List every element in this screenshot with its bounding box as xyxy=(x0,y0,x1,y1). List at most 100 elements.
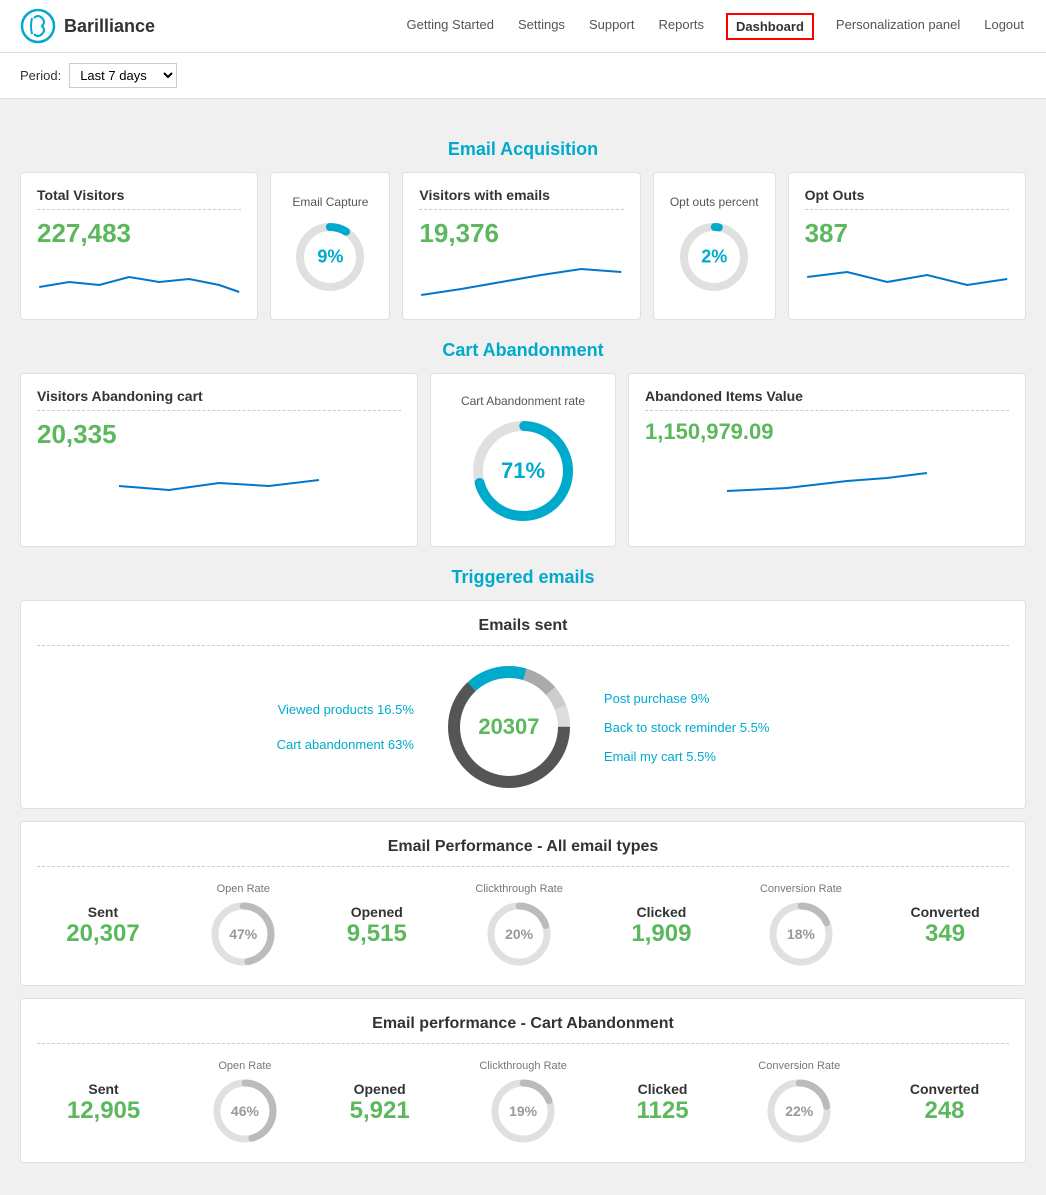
cart-abandonment-cards: Visitors Abandoning cart 20,335 Cart Aba… xyxy=(20,373,1026,547)
triggered-label-stock: Back to stock reminder 5.5% xyxy=(604,720,769,735)
main-content: Email Acquisition Total Visitors 227,483… xyxy=(0,99,1046,1195)
logo-text: Barilliance xyxy=(64,16,155,37)
abandoned-value-label: Abandoned Items Value xyxy=(645,388,1009,411)
perf-cart-conv-rate-value: 22% xyxy=(785,1103,813,1119)
opt-outs-percent-donut: 2% xyxy=(674,217,754,297)
perf-cart-sent-value: 12,905 xyxy=(67,1097,140,1125)
perf-all-open-rate-label: Open Rate xyxy=(217,883,270,895)
perf-all-converted: Converted 349 xyxy=(910,904,979,948)
total-visitors-sparkline xyxy=(37,257,241,302)
perf-cart-open-rate-donut: 46% xyxy=(210,1076,280,1146)
nav-support[interactable]: Support xyxy=(587,13,637,40)
perf-all-card: Email Performance - All email types Sent… xyxy=(20,821,1026,986)
triggered-emails-title: Triggered emails xyxy=(20,567,1026,588)
visitors-abandoning-value: 20,335 xyxy=(37,419,401,450)
total-visitors-value: 227,483 xyxy=(37,218,241,249)
triggered-main-donut: 20307 xyxy=(444,662,574,792)
perf-all-sent-value: 20,307 xyxy=(66,920,139,948)
total-visitors-label: Total Visitors xyxy=(37,187,241,210)
perf-all-click-rate-donut: 20% xyxy=(484,899,554,969)
email-capture-label: Email Capture xyxy=(292,195,368,209)
email-acquisition-title: Email Acquisition xyxy=(20,139,1026,160)
perf-cart-converted-value: 248 xyxy=(924,1097,964,1125)
perf-cart-clicked-value: 1125 xyxy=(637,1097,689,1125)
perf-cart-conv-rate: Conversion Rate 22% xyxy=(758,1060,840,1146)
perf-cart-open-rate-value: 46% xyxy=(231,1103,259,1119)
perf-cart-row: Sent 12,905 Open Rate 46% Opened 5,921 C… xyxy=(37,1060,1009,1146)
perf-cart-converted: Converted 248 xyxy=(910,1081,979,1125)
abandoned-value-card: Abandoned Items Value 1,150,979.09 xyxy=(628,373,1026,547)
triggered-label-post: Post purchase 9% xyxy=(604,691,769,706)
perf-cart-click-rate-value: 19% xyxy=(509,1103,537,1119)
email-capture-value: 9% xyxy=(317,247,343,268)
opt-outs-percent-card: Opt outs percent 2% xyxy=(653,172,776,320)
perf-all-converted-value: 349 xyxy=(925,920,965,948)
perf-all-conv-rate-donut: 18% xyxy=(766,899,836,969)
perf-all-clicked: Clicked 1,909 xyxy=(631,904,691,948)
perf-cart-card: Email performance - Cart Abandonment Sen… xyxy=(20,998,1026,1163)
logo: Barilliance xyxy=(20,8,155,44)
cart-rate-card: Cart Abandonment rate 71% xyxy=(430,373,616,547)
visitors-abandoning-card: Visitors Abandoning cart 20,335 xyxy=(20,373,418,547)
perf-cart-conv-rate-donut: 22% xyxy=(764,1076,834,1146)
perf-all-clicked-label: Clicked xyxy=(636,904,686,920)
perf-all-sent: Sent 20,307 xyxy=(66,904,139,948)
triggered-label-viewed: Viewed products 16.5% xyxy=(277,702,414,717)
perf-cart-open-rate-label: Open Rate xyxy=(218,1060,271,1072)
visitors-emails-value: 19,376 xyxy=(419,218,623,249)
perf-all-clicked-value: 1,909 xyxy=(631,920,691,948)
perf-cart-title: Email performance - Cart Abandonment xyxy=(37,1015,1009,1044)
nav-personalization[interactable]: Personalization panel xyxy=(834,13,962,40)
perf-all-title: Email Performance - All email types xyxy=(37,838,1009,867)
email-acquisition-cards: Total Visitors 227,483 Email Capture 9% … xyxy=(20,172,1026,320)
triggered-label-cart: Cart abandonment 63% xyxy=(277,737,414,752)
abandoned-value-value: 1,150,979.09 xyxy=(645,419,1009,445)
nav-dashboard[interactable]: Dashboard xyxy=(726,13,814,40)
email-capture-card: Email Capture 9% xyxy=(270,172,390,320)
perf-all-opened-label: Opened xyxy=(351,904,403,920)
cart-rate-value: 71% xyxy=(501,458,545,484)
visitors-abandoning-sparkline xyxy=(37,458,401,503)
opt-outs-card: Opt Outs 387 xyxy=(788,172,1026,320)
triggered-emails-card-title: Emails sent xyxy=(37,617,1009,646)
perf-all-open-rate: Open Rate 47% xyxy=(208,883,278,969)
perf-cart-sent-label: Sent xyxy=(88,1081,118,1097)
perf-cart-conv-rate-label: Conversion Rate xyxy=(758,1060,840,1072)
perf-all-conv-rate-label: Conversion Rate xyxy=(760,883,842,895)
abandoned-value-sparkline xyxy=(645,453,1009,498)
triggered-labels-left: Viewed products 16.5% Cart abandonment 6… xyxy=(277,702,414,752)
nav-getting-started[interactable]: Getting Started xyxy=(405,13,496,40)
cart-abandonment-title: Cart Abandonment xyxy=(20,340,1026,361)
email-capture-donut: 9% xyxy=(290,217,370,297)
perf-cart-opened-value: 5,921 xyxy=(350,1097,410,1125)
perf-all-row: Sent 20,307 Open Rate 47% Opened 9,515 C… xyxy=(37,883,1009,969)
perf-all-open-rate-value: 47% xyxy=(229,926,257,942)
opt-outs-sparkline xyxy=(805,257,1009,302)
header: Barilliance Getting Started Settings Sup… xyxy=(0,0,1046,53)
perf-all-open-rate-donut: 47% xyxy=(208,899,278,969)
cart-rate-label: Cart Abandonment rate xyxy=(461,394,585,408)
opt-outs-label: Opt Outs xyxy=(805,187,1009,210)
period-select[interactable]: Last 7 days Last 30 days Last 90 days xyxy=(69,63,177,88)
perf-cart-clicked-label: Clicked xyxy=(638,1081,688,1097)
nav-logout[interactable]: Logout xyxy=(982,13,1026,40)
nav-settings[interactable]: Settings xyxy=(516,13,567,40)
perf-cart-click-rate-donut: 19% xyxy=(488,1076,558,1146)
triggered-emails-card: Emails sent Viewed products 16.5% Cart a… xyxy=(20,600,1026,809)
opt-outs-percent-label: Opt outs percent xyxy=(670,195,759,209)
perf-all-opened: Opened 9,515 xyxy=(347,904,407,948)
visitors-emails-label: Visitors with emails xyxy=(419,187,623,210)
perf-cart-click-rate-label: Clickthrough Rate xyxy=(479,1060,566,1072)
perf-all-click-rate-value: 20% xyxy=(505,926,533,942)
cart-rate-donut: 71% xyxy=(468,416,578,526)
perf-all-converted-label: Converted xyxy=(910,904,979,920)
nav-reports[interactable]: Reports xyxy=(656,13,706,40)
period-bar: Period: Last 7 days Last 30 days Last 90… xyxy=(0,53,1046,99)
opt-outs-percent-value: 2% xyxy=(701,247,727,268)
perf-cart-opened-label: Opened xyxy=(354,1081,406,1097)
perf-all-click-rate-label: Clickthrough Rate xyxy=(475,883,562,895)
perf-cart-sent: Sent 12,905 xyxy=(67,1081,140,1125)
perf-all-click-rate: Clickthrough Rate 20% xyxy=(475,883,562,969)
triggered-label-emailcart: Email my cart 5.5% xyxy=(604,749,769,764)
perf-cart-opened: Opened 5,921 xyxy=(350,1081,410,1125)
